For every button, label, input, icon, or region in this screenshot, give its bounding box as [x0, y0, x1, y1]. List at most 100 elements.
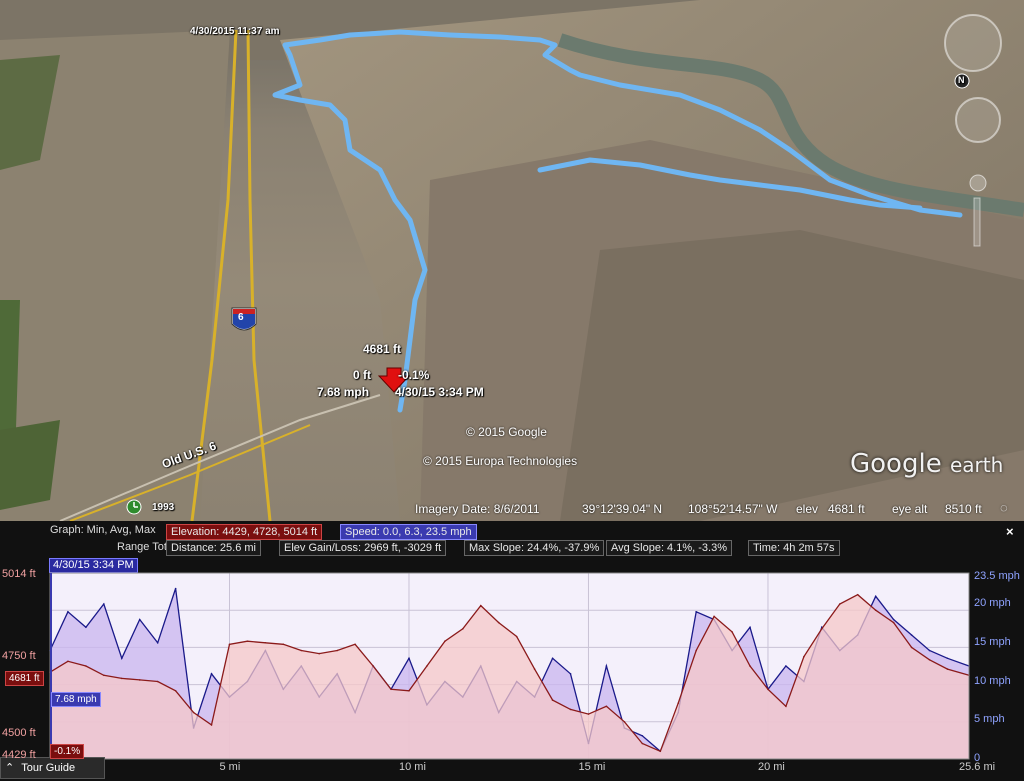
speed-point — [551, 657, 554, 660]
eye-alt-label: eye alt — [892, 502, 928, 516]
speed-point — [892, 618, 895, 621]
speed-tick-label: 20 mph — [974, 597, 1011, 609]
speed-point — [785, 665, 787, 667]
distance-tick-label: 15 mi — [578, 761, 606, 773]
speed-point — [749, 626, 751, 629]
speed-point — [928, 649, 931, 652]
slope-cursor-tag: -0.1% — [50, 744, 85, 759]
elevation-point — [408, 690, 410, 692]
distance-tick-label: 25.6 mi — [959, 761, 996, 773]
elevation-point — [210, 724, 213, 726]
elevation-cursor-tag: 4681 ft — [5, 671, 44, 687]
look-joystick-icon — [955, 97, 1001, 143]
status-bar: Imagery Date: 8/6/2011 39°12'39.04" N 10… — [0, 499, 1024, 519]
highway-shield-label: 6 — [238, 312, 244, 323]
elevation-point — [874, 609, 877, 611]
elevation-point — [372, 665, 374, 667]
elevation-point — [713, 615, 715, 618]
cursor-time: 4/30/15 3:34 PM — [395, 385, 484, 399]
navigation-controls[interactable]: N — [940, 8, 1010, 248]
elevation-tick-label: 4750 ft — [2, 649, 36, 662]
speed-point — [174, 587, 177, 590]
elevation-point — [67, 660, 69, 663]
elevation-point — [300, 649, 303, 652]
speed-cursor-tag: 7.68 mph — [51, 692, 101, 708]
speed-point — [156, 641, 159, 644]
elevation-point — [120, 677, 123, 680]
speed-point — [605, 665, 608, 667]
elevation-point — [821, 628, 823, 630]
elevation-point — [641, 742, 644, 745]
speed-point — [85, 626, 87, 629]
cursor-slope: -0.1% — [398, 368, 430, 382]
google-earth-logo: Google earth — [850, 449, 1004, 479]
elevation-point — [318, 652, 321, 655]
latitude: 39°12'39.04" N — [582, 502, 663, 516]
profile-chart[interactable] — [0, 521, 1024, 781]
elevation-point — [85, 665, 87, 667]
elevation-tick-label: 4429 ft — [2, 749, 36, 762]
street-view-pegman-icon — [969, 174, 987, 192]
speed-point — [138, 618, 141, 621]
elevation-point — [192, 711, 195, 714]
imagery-date: Imagery Date: 8/6/2011 — [415, 502, 540, 516]
elev-label: elev — [796, 502, 819, 516]
speed-point — [946, 657, 949, 660]
elevation-point — [659, 750, 662, 753]
track-start-label: 4/30/2015 11:37 am — [190, 26, 280, 37]
elevation-point — [731, 631, 733, 633]
speed-point — [641, 734, 644, 737]
speed-point — [910, 634, 913, 636]
elevation-point — [605, 705, 608, 708]
speed-point — [120, 657, 123, 660]
speed-tick-label: 23.5 mph — [974, 569, 1020, 582]
elevation-point — [677, 702, 680, 704]
distance-tick-label: 10 mi — [398, 761, 426, 773]
speed-point — [695, 610, 697, 613]
elevation-point — [228, 643, 231, 646]
distance-tick-label: 5 mi — [219, 761, 241, 773]
speed-point — [569, 672, 572, 675]
speed-tick-label: 15 mph — [974, 635, 1011, 648]
elevation-point — [623, 721, 626, 723]
map-view[interactable]: 4/30/2015 11:37 am 6 Old U.S. 6 1993 468… — [0, 0, 1024, 521]
elevation-tick-label: 4500 ft — [2, 727, 36, 740]
distance-tick-label: 20 mi — [757, 761, 785, 773]
compass-ring-icon — [944, 14, 1002, 89]
elevation-point — [479, 604, 482, 607]
elevation-point — [749, 665, 751, 667]
cursor-speed: 7.68 mph — [317, 385, 370, 399]
elevation-point — [336, 649, 338, 652]
cursor-elevation: 4681 ft — [363, 342, 402, 356]
speed-point — [103, 603, 105, 605]
elevation-point — [515, 635, 518, 638]
terrain-imagery — [0, 0, 1024, 521]
elevation-point — [156, 680, 159, 683]
elevation-point — [533, 668, 536, 670]
elevation-point — [587, 713, 590, 715]
elevation-point — [264, 641, 267, 644]
elevation-point — [569, 708, 572, 711]
speed-point — [408, 657, 410, 660]
highway-shield-icon — [231, 307, 257, 331]
elevation-point — [928, 659, 931, 661]
elevation-point — [426, 665, 428, 667]
elevation-point — [892, 621, 895, 624]
elevation-point — [174, 690, 177, 692]
speed-point — [874, 595, 877, 598]
elevation-point — [462, 628, 464, 630]
elevation-point — [856, 593, 859, 596]
elevation-point — [551, 699, 554, 701]
chevron-up-icon: ⌃ — [5, 762, 15, 774]
elevation-point — [282, 643, 285, 646]
elevation-point — [246, 640, 249, 642]
longitude: 108°52'14.57" W — [688, 502, 778, 516]
elevation-point — [138, 679, 141, 681]
speed-tick-label: 5 mph — [974, 713, 1005, 726]
cursor-distance: 0 ft — [353, 368, 371, 382]
elevation-point — [785, 705, 787, 708]
elevation-point — [695, 649, 697, 652]
compass-north[interactable]: N — [958, 75, 965, 85]
speed-point — [210, 672, 213, 675]
elevation-point — [946, 668, 949, 670]
